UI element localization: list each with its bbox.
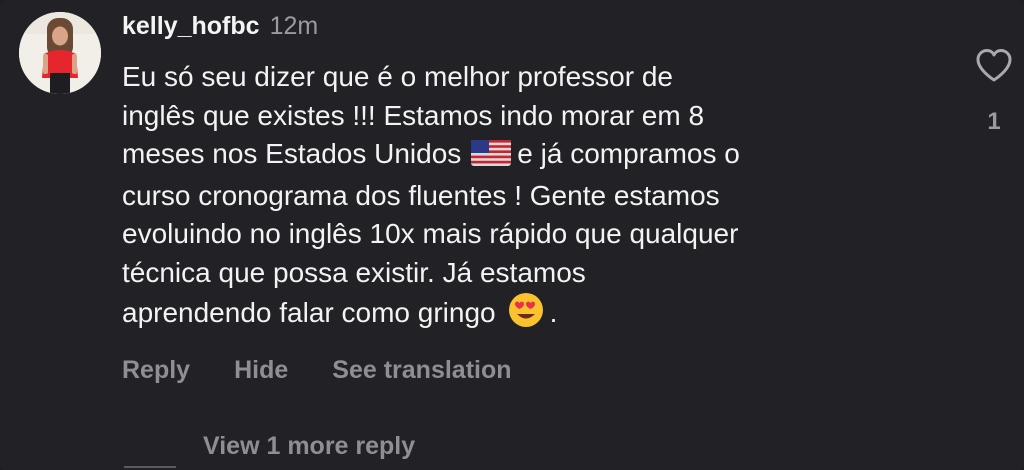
comment-line: inglês que existes !!! Estamos indo mora… (122, 99, 705, 131)
hide-button[interactable]: Hide (234, 356, 288, 385)
comment-actions: Reply Hide See translation (122, 356, 512, 385)
us-flag-icon (471, 138, 512, 177)
comment-line: técnica que possa existir. Já estamos (122, 256, 586, 288)
comment-line-segment: e já compramos o (517, 138, 740, 169)
comment-timestamp: 12m (269, 12, 319, 40)
comment-text: Eu só seu dizer que é o melhor professor… (122, 58, 922, 339)
comment-line: curso cronograma dos fluentes ! Gente es… (122, 179, 720, 211)
like-count: 1 (987, 108, 1001, 135)
reply-button[interactable]: Reply (122, 356, 190, 385)
comment-line-segment: . (549, 297, 558, 328)
view-more-replies-button[interactable]: View 1 more reply (203, 432, 415, 461)
heart-outline-icon[interactable] (974, 46, 1014, 86)
replies-divider (124, 466, 176, 468)
comment-line: evoluindo no inglês 10x mais rápido que … (122, 218, 739, 249)
heart-eyes-emoji-icon (508, 292, 544, 339)
comment-header: kelly_hofbc 12m (122, 12, 318, 44)
comment-line-segment: aprendendo falar como gringo (122, 297, 496, 328)
username[interactable]: kelly_hofbc (122, 12, 260, 41)
comment-line: Eu só seu dizer que é o melhor professor… (122, 61, 673, 92)
comment-line: meses nos Estados Unidos e já compramos o (122, 135, 922, 177)
profile-photo-icon (19, 12, 101, 94)
comment-line: aprendendo falar como gringo. (122, 292, 922, 339)
avatar[interactable] (19, 12, 101, 94)
see-translation-button[interactable]: See translation (332, 356, 511, 385)
comment-line-segment: meses nos Estados Unidos (122, 138, 462, 169)
